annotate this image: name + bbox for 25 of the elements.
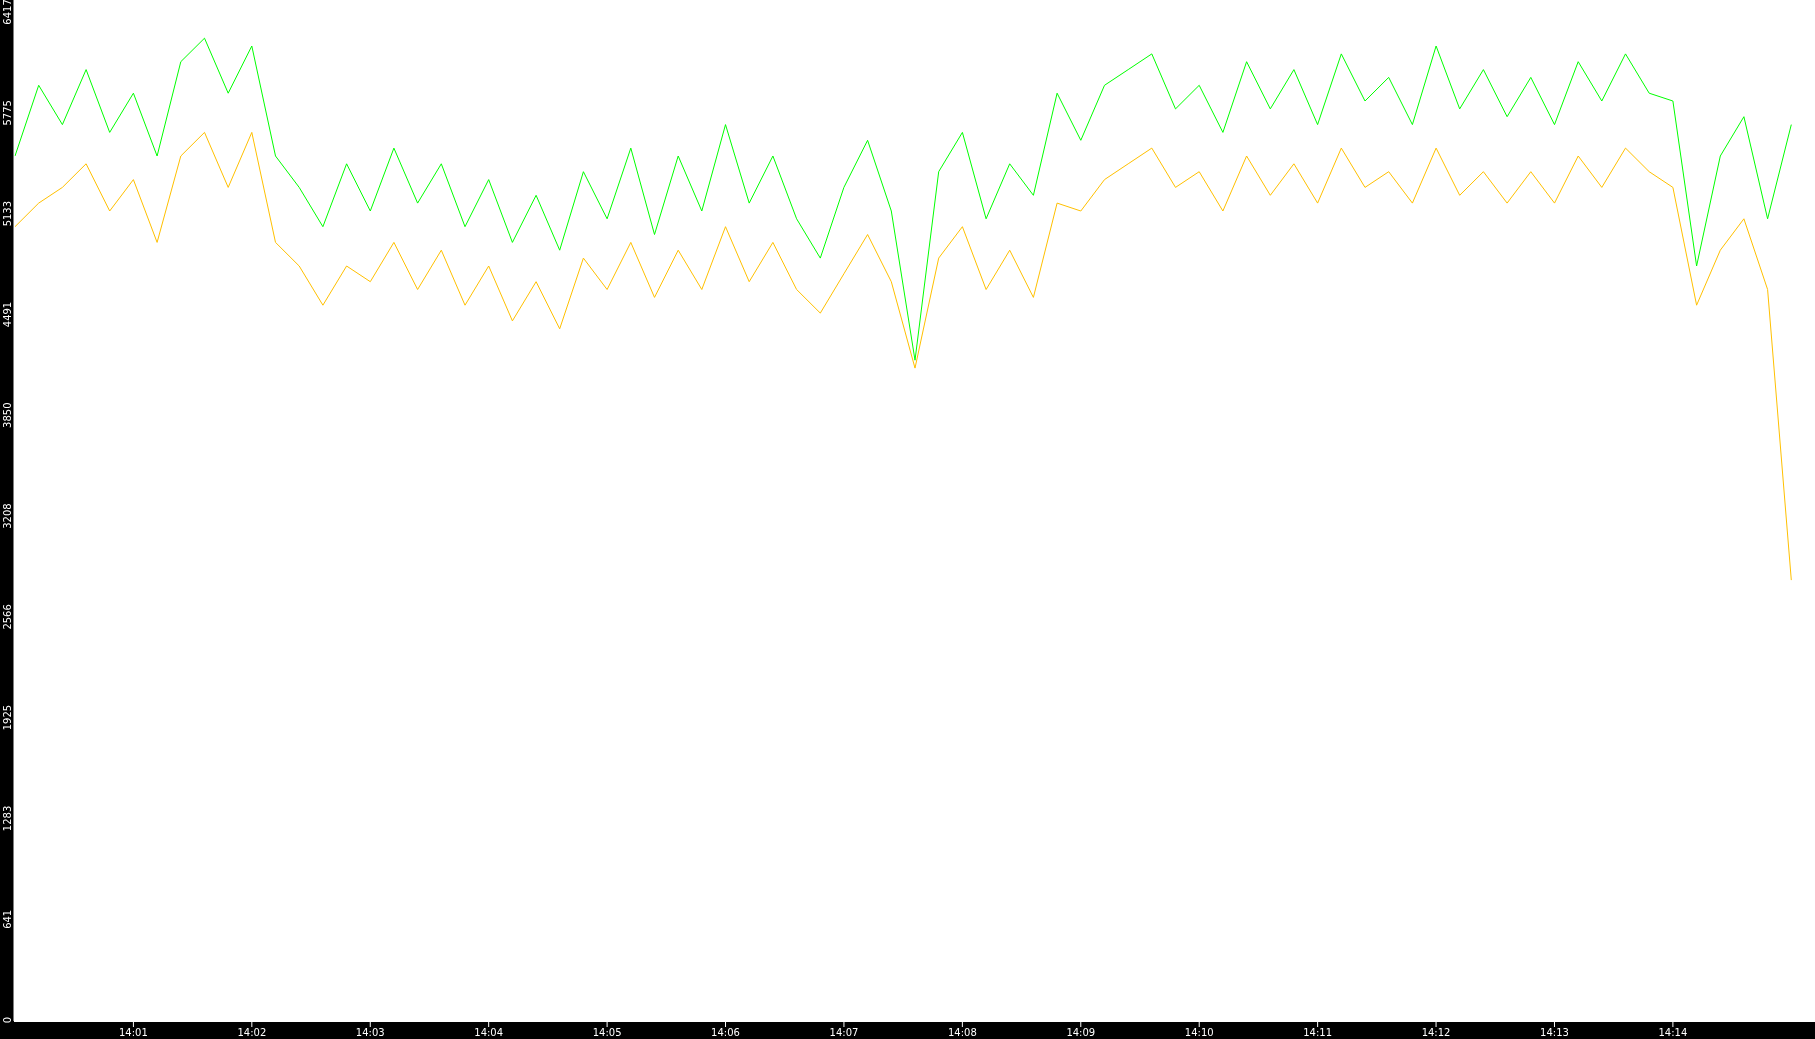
axis-label: 14:07 [829, 1027, 859, 1038]
axis-label: 1925 [2, 704, 13, 731]
axis-label: 14:01 [119, 1027, 148, 1038]
axis-label: 14:09 [1066, 1027, 1096, 1038]
axis-label: 5133 [2, 200, 13, 227]
axis-label: 14:03 [355, 1027, 385, 1038]
axis-label: 14:14 [1658, 1027, 1688, 1038]
axis-label: 14:05 [592, 1027, 622, 1038]
axis-label: 14:10 [1184, 1027, 1214, 1038]
axis-label: 14:06 [711, 1027, 740, 1038]
axis-label: 641 [2, 909, 13, 929]
axis-label: 6417 [2, 0, 13, 25]
axis-label: 14:02 [237, 1027, 267, 1038]
axis-label: 5775 [2, 100, 13, 126]
axis-label: 0 [2, 1016, 13, 1024]
axis-label: 14:11 [1303, 1027, 1333, 1038]
axis-label: 1283 [2, 805, 13, 832]
axis-label: 14:13 [1540, 1027, 1569, 1038]
axis-label: 14:12 [1421, 1027, 1451, 1038]
axis-label: 3208 [2, 503, 13, 529]
axis-label: 4491 [2, 301, 13, 328]
axis-label: 3850 [2, 402, 13, 428]
axis-label: 14:04 [474, 1027, 504, 1038]
axis-label: 14:08 [947, 1027, 977, 1038]
axis-label: 2566 [2, 604, 13, 630]
